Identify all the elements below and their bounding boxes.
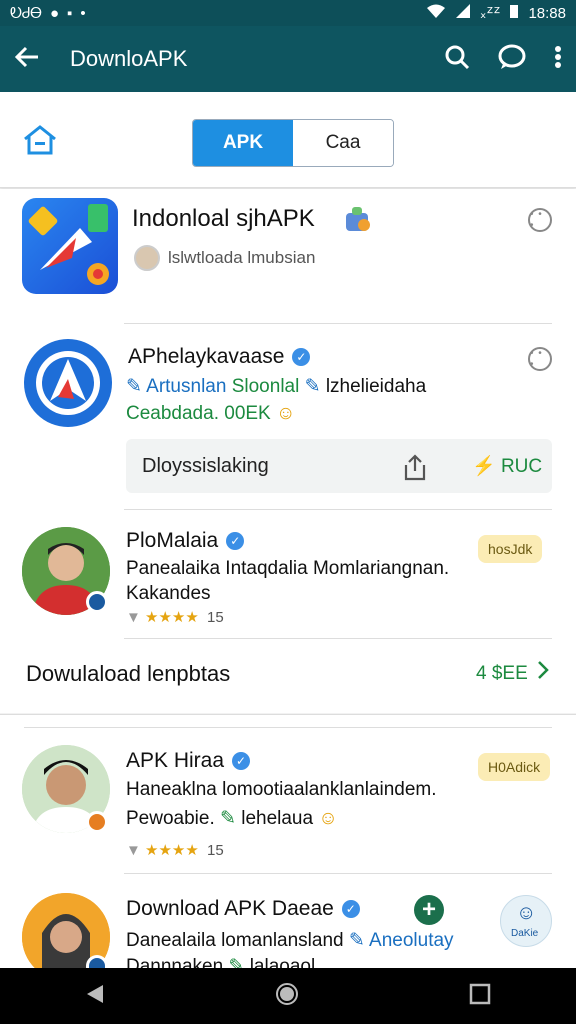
app-name-5-text: Download APK Daeae [126,897,334,920]
pencil-icon: ✎ [304,376,321,397]
tab-caa[interactable]: Caa [293,120,393,166]
app-desc-2-line2-text: Ceabdada. 00EK [126,403,271,424]
avatar-badge [86,591,108,613]
app-name-2[interactable]: APhelaykavaase ✓ [128,345,311,369]
status-badge[interactable]: hosJdk [478,535,543,563]
home-icon[interactable] [22,124,58,156]
share-icon[interactable] [402,453,428,486]
download-label: Dloyssislaking [142,455,269,477]
divider [24,727,552,728]
verified-icon: ✓ [226,532,245,551]
comment-icon: ▼ [126,842,141,859]
verified-icon: ✓ [292,348,311,367]
headset-icon: ☺ [516,902,537,924]
rating-count: 15 [206,609,224,626]
app-desc-2-line2: Ceabdada. 00EK ☺ [126,403,295,425]
download-count: ⚡ RUC [472,456,543,477]
app-icon-2[interactable] [24,339,112,427]
tab-apk[interactable]: APK [193,120,293,166]
app-desc-4-line2-b: lehelaua [241,808,314,829]
app-desc-4-line2: Pewoabie. ✎ lehelaua ☺ [126,807,338,830]
notification-icon: ● [49,4,60,22]
app-desc-2a: Artusnlan [146,376,227,397]
pencil-icon: ✎ [220,808,236,829]
divider [124,873,552,874]
tab-card: APK Caa [0,92,576,188]
app-desc-2: ✎ Artusnlan Sloonlal ✎ lzhelieidaha [126,375,426,398]
smiley-icon: ☺ [276,403,296,424]
back-nav-icon[interactable] [85,983,105,1010]
back-arrow-icon[interactable] [14,46,40,73]
rating: ▼ ★★★★ 15 [126,842,224,859]
divider [124,509,552,510]
action-chip[interactable]: ☺ DaKie [500,895,552,947]
app-name-4-text: APK Hiraa [126,749,225,772]
avatar [134,245,160,271]
status-time: 18:88 [528,4,566,22]
action-chip-label: DaKie [511,928,539,939]
verified-icon: ✓ [232,752,251,771]
smiley-icon: ☺ [318,808,338,829]
app-bar: DownloAPK [0,26,576,92]
add-button[interactable]: + [414,895,444,925]
home-nav-icon[interactable] [275,982,299,1011]
app-name-3-text: PloMalaia [126,529,219,552]
status-badge[interactable]: H0Adick [478,753,551,781]
app-list-panel: Indonloal sjhAPK • • • lslwtloada lmubsi… [0,189,576,713]
segmented-tabs: APK Caa [192,119,394,167]
app-desc-2b: Sloonlal [231,376,300,397]
app-name-4[interactable]: APK Hiraa ✓ [126,749,251,773]
more-vert-icon[interactable] [554,45,562,74]
comment-icon: ▼ [126,609,141,626]
app-name-3[interactable]: PloMalaia ✓ [126,529,245,553]
status-right-text: ᙮ᙆᙆ [479,5,501,22]
app-desc-2c: lzhelieidaha [325,376,427,397]
battery-icon [510,4,519,22]
download-bar[interactable]: Dloyssislaking ⚡ RUC [126,439,552,493]
verified-icon: ✓ [341,900,360,919]
status-bar: ᎧᏧᎾ ● ▪ • ᙮ᙆᙆ 18:88 [0,0,576,26]
rating-count: 15 [206,842,224,859]
app-desc-3-line2: Kakandes [126,583,211,604]
footer-count: 4 $EE [476,663,528,684]
pencil-icon: ✎ [348,930,365,951]
signal-icon [455,4,470,22]
app-name-2-text: APhelaykavaase [128,345,285,368]
avatar-badge [86,811,108,833]
pencil-icon: ✎ [126,376,142,397]
app-name-5[interactable]: Download APK Daeae ✓ [126,897,360,921]
app-desc-4-line2-text: Pewoabie. [126,808,215,829]
divider [124,323,552,324]
app-desc-3: Panealaika Intaqdalia Momlariangnan. [126,558,450,579]
app-desc-4: Haneaklna lomootiaalanklanlaindem. [126,779,437,800]
search-icon[interactable] [444,44,470,75]
bolt-icon: ⚡ [472,456,496,477]
dot-icon: • [80,4,86,22]
app-name-1[interactable]: Indonloal sjhAPK [132,205,315,233]
rating: ▼ ★★★★ 15 [126,609,224,626]
download-footer-row[interactable]: Dowulaload lenpbtas 4 $EE [0,629,576,713]
chevron-right-icon[interactable] [536,659,550,686]
recents-nav-icon[interactable] [469,983,491,1010]
app-title: DownloAPK [70,46,188,71]
app-notification-icon: ▪ [67,4,73,22]
app-desc-5-text: Danealaila lomanlansland [126,930,344,951]
app-subtitle-1: lslwtloada lmubsian [168,248,316,267]
app-desc-5: Danealaila lomanlansland ✎ Aneolutay [126,929,454,952]
app-icon-1[interactable] [22,198,118,294]
app-desc-5-b: Aneolutay [369,930,454,951]
app-list-panel-2: APK Hiraa ✓ H0Adick Haneaklna lomootiaala… [0,714,576,981]
app-desc-5-line2: Dannnaken ✎ lalaoaol [126,955,315,969]
navigation-bar [0,968,576,1024]
wifi-icon [426,4,446,22]
more-options-icon[interactable]: • • • [528,208,552,232]
status-left-text: ᎧᏧᎾ [10,4,42,22]
bag-icon [342,205,372,238]
chat-icon[interactable] [498,44,526,75]
more-options-icon[interactable]: • • • [528,347,552,371]
footer-label: Dowulaload lenpbtas [26,661,231,686]
